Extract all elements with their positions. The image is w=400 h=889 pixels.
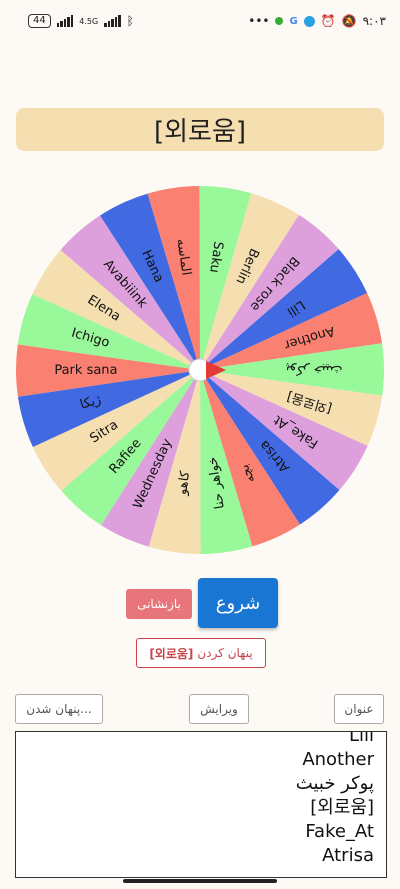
name-list-item: پوکر خبیث	[295, 773, 374, 794]
selected-title: [외로움]	[16, 108, 384, 151]
google-icon: G	[289, 15, 298, 27]
names-list: Lili Another پوکر خبیث [외로움] Fake_At Atrisa بچ…	[295, 731, 374, 877]
battery-icon: 44	[28, 14, 51, 28]
alarm-icon: ⏰	[320, 14, 336, 28]
title-button[interactable]: عنوان	[334, 694, 384, 724]
app-notification-icon	[275, 17, 284, 25]
hide-name-button[interactable]: [외로움] پنهان کردن	[136, 638, 266, 668]
name-list-item: Atrisa	[322, 845, 374, 866]
status-right: ••• G ⏰ 🔕 ۹:۰۳	[248, 14, 386, 28]
reset-button[interactable]: بازنشانی	[126, 589, 192, 619]
start-button[interactable]: شروع	[198, 578, 278, 628]
edit-button[interactable]: ویرایش	[189, 694, 249, 724]
clock: ۹:۰۳	[362, 14, 386, 28]
hide-name-label: پنهان کردن	[197, 646, 253, 660]
telegram-icon	[303, 15, 315, 27]
names-textarea[interactable]: Lili Another پوکر خبیث [외로움] Fake_At Atrisa بچ…	[15, 731, 387, 878]
spin-wheel[interactable]: Saku BerlinBlack roseLiliAnotherپوکر خبیث…	[8, 178, 392, 562]
hide-name-value: [외로움]	[149, 646, 194, 661]
name-list-item: Fake_At	[305, 821, 374, 842]
wheel-segment-label: Park sana	[54, 363, 117, 378]
name-list-item: Lili	[348, 731, 374, 746]
status-left: 44 4.5G ᛒ	[28, 14, 134, 28]
mute-icon: 🔕	[341, 14, 357, 28]
more-icon: •••	[248, 14, 270, 28]
hidden-names-button[interactable]: پنهان شدن...	[15, 694, 103, 724]
bluetooth-icon: ᛒ	[126, 14, 134, 28]
home-indicator[interactable]	[123, 879, 277, 883]
wheel-segment-label: پوکر خبیث	[285, 362, 342, 377]
network-label: 4.5G	[79, 16, 99, 26]
signal-icon-2	[104, 15, 121, 27]
name-list-item: Another	[302, 749, 374, 770]
signal-icon	[56, 15, 74, 27]
status-bar: 44 4.5G ᛒ ••• G ⏰ 🔕 ۹:۰۳	[0, 0, 400, 42]
name-list-item: [외로움]	[310, 797, 374, 818]
name-list-item: بچه	[296, 868, 374, 877]
